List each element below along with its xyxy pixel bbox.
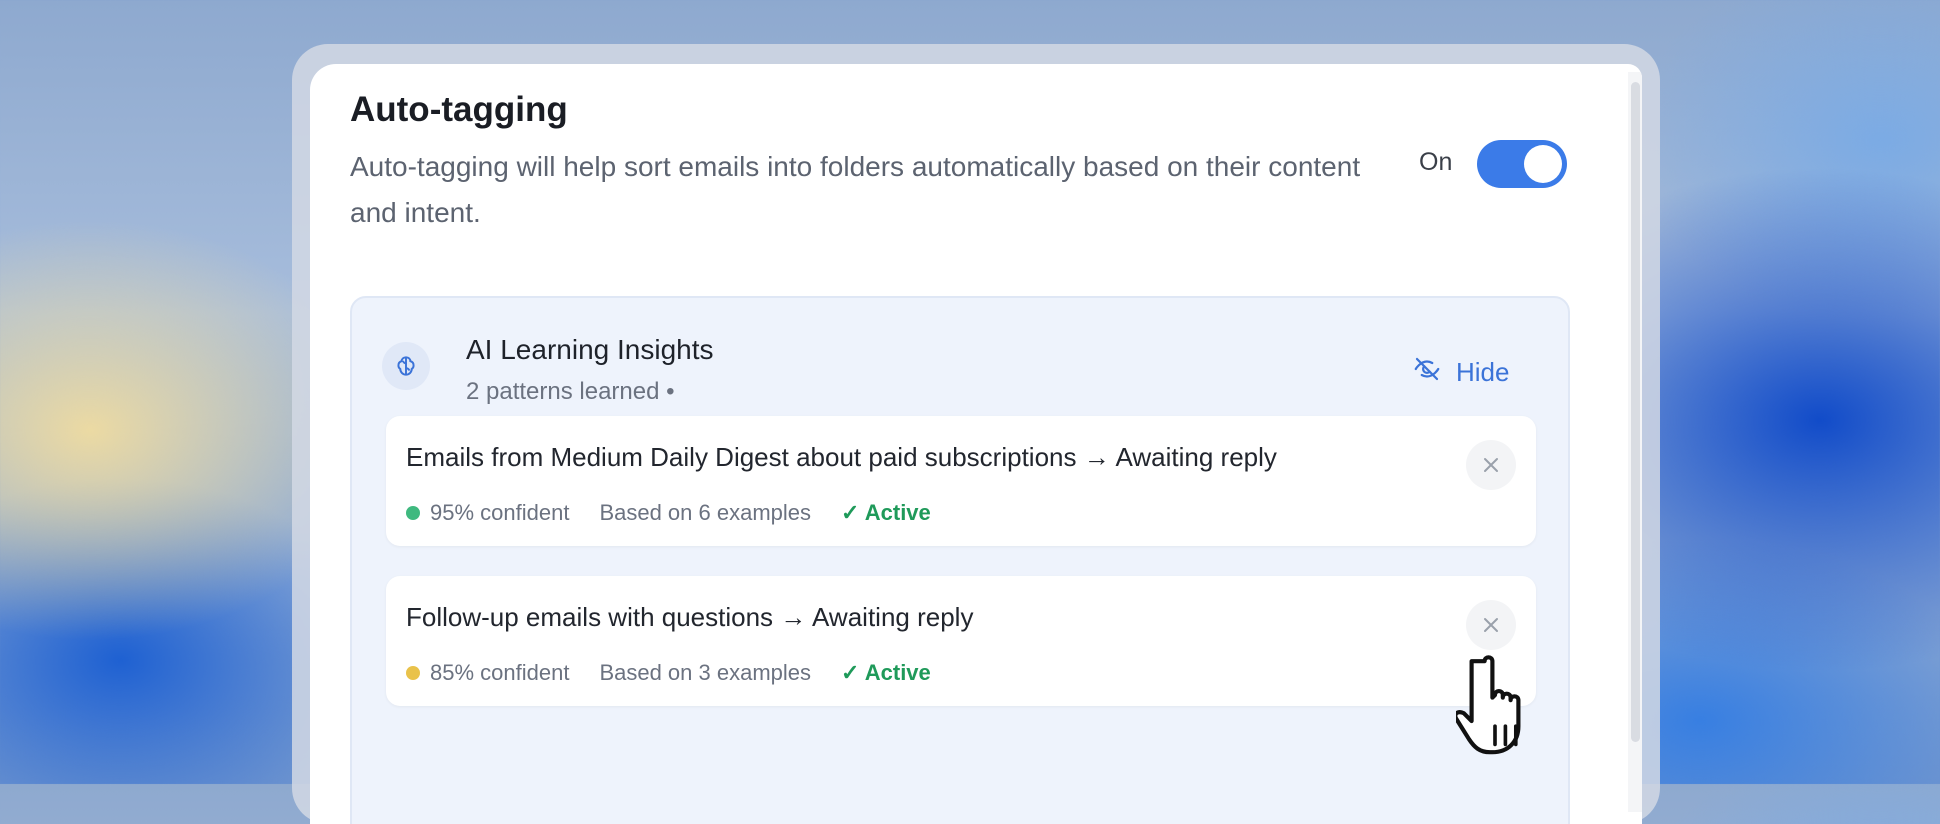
examples-label: Based on 3 examples [599, 660, 812, 685]
toggle-label: On [1419, 148, 1453, 176]
scrollbar[interactable] [1628, 72, 1642, 812]
confidence-label: 95% confident [430, 500, 570, 525]
hide-button[interactable]: Hide [1412, 354, 1509, 391]
pattern-text: Emails from Medium Daily Digest about pa… [406, 442, 1277, 472]
confidence-dot [406, 666, 420, 680]
close-icon [1484, 618, 1498, 632]
status-badge: ✓ Active [841, 660, 931, 685]
pattern-text: Follow-up emails with questions → Awaiti… [406, 602, 974, 632]
pattern-meta: 85% confident Based on 3 examples ✓ Acti… [406, 660, 931, 686]
panel-title: Auto-tagging [350, 90, 568, 129]
ai-learning-insights-box: AI Learning Insights 2 patterns learned … [350, 296, 1570, 824]
remove-pattern-button[interactable] [1466, 440, 1516, 490]
brain-icon [382, 342, 430, 390]
pattern-meta: 95% confident Based on 6 examples ✓ Acti… [406, 500, 931, 526]
close-icon [1484, 458, 1498, 472]
auto-tagging-panel: Auto-tagging Auto-tagging will help sort… [310, 64, 1642, 824]
toggle-knob [1524, 145, 1562, 183]
eye-off-icon [1412, 354, 1442, 391]
confidence-label: 85% confident [430, 660, 570, 685]
remove-pattern-button[interactable] [1466, 600, 1516, 650]
auto-tagging-toggle[interactable] [1477, 140, 1567, 188]
hide-label: Hide [1456, 357, 1510, 387]
confidence-dot [406, 506, 420, 520]
hand-pointer-cursor-icon [1456, 655, 1521, 755]
pattern-card: Follow-up emails with questions → Awaiti… [386, 576, 1536, 706]
panel-description: Auto-tagging will help sort emails into … [350, 151, 1361, 228]
insights-title: AI Learning Insights [466, 334, 714, 365]
examples-label: Based on 6 examples [599, 500, 812, 525]
status-badge: ✓ Active [841, 500, 931, 525]
insights-subtitle: 2 patterns learned • [466, 378, 675, 405]
pattern-card: Emails from Medium Daily Digest about pa… [386, 416, 1536, 546]
scrollbar-thumb[interactable] [1631, 82, 1640, 742]
